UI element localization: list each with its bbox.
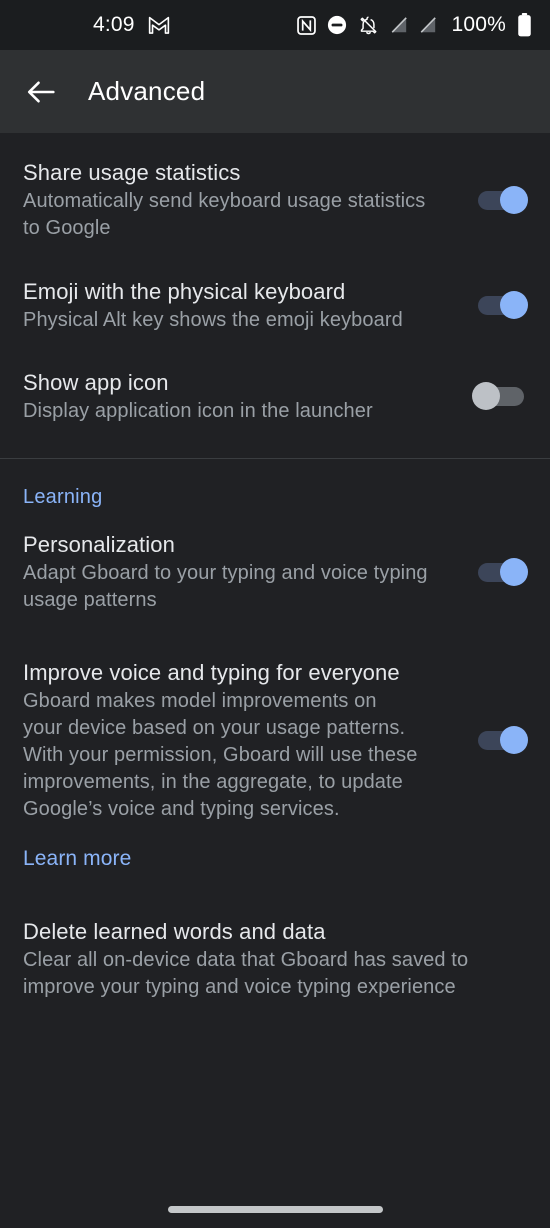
gmail-icon — [148, 16, 170, 34]
preference-text: Personalization Adapt Gboard to your typ… — [23, 529, 472, 614]
status-bar-clock: 4:09 — [93, 13, 135, 36]
switch-emoji-physical-keyboard[interactable] — [472, 290, 528, 320]
settings-list: Share usage statistics Automatically sen… — [0, 133, 550, 1180]
preference-title: Share usage statistics — [23, 160, 241, 185]
switch-thumb — [500, 557, 528, 586]
preference-summary: Adapt Gboard to your typing and voice ty… — [23, 562, 428, 611]
preference-text: Emoji with the physical keyboard Physica… — [23, 276, 472, 334]
no-sim-icon — [419, 16, 437, 34]
switch-thumb — [472, 382, 500, 410]
phone-screen: 4:09 100% Advanced Share usage statistic… — [0, 0, 550, 1228]
nfc-icon — [297, 15, 317, 35]
preference-personalization[interactable]: Personalization Adapt Gboard to your typ… — [0, 529, 550, 614]
do-not-disturb-icon — [327, 15, 347, 35]
switch-share-usage-statistics[interactable] — [472, 185, 528, 215]
system-navigation-bar — [0, 1180, 550, 1228]
status-bar: 4:09 100% — [0, 0, 550, 50]
status-bar-left: 4:09 — [93, 13, 170, 37]
preference-text: Delete learned words and data Clear all … — [23, 916, 528, 1001]
status-bar-right: 100% — [297, 13, 532, 37]
app-toolbar: Advanced — [0, 50, 550, 133]
switch-improve-voice-and-typing[interactable] — [472, 725, 528, 755]
preference-summary: Display application icon in the launcher — [23, 400, 373, 422]
back-arrow-icon[interactable] — [24, 75, 58, 109]
preference-show-app-icon[interactable]: Show app icon Display application icon i… — [0, 367, 550, 425]
preference-share-usage-statistics[interactable]: Share usage statistics Automatically sen… — [0, 157, 550, 242]
switch-thumb — [500, 726, 528, 754]
preference-summary: Physical Alt key shows the emoji keyboar… — [23, 309, 403, 331]
preference-delete-learned-words-and-data[interactable]: Delete learned words and data Clear all … — [0, 916, 550, 1001]
switch-personalization[interactable] — [472, 557, 528, 587]
switch-thumb — [500, 185, 528, 214]
preference-summary: Gboard makes model improvements on your … — [23, 690, 418, 820]
preference-emoji-physical-keyboard[interactable]: Emoji with the physical keyboard Physica… — [0, 276, 550, 334]
no-signal-icon — [390, 16, 408, 34]
home-gesture-pill[interactable] — [167, 1206, 383, 1213]
preference-title: Improve voice and typing for everyone — [23, 660, 400, 685]
battery-percent-label: 100% — [451, 13, 506, 36]
preference-title: Delete learned words and data — [23, 919, 326, 944]
preference-title: Emoji with the physical keyboard — [23, 279, 346, 304]
preference-summary: Clear all on-device data that Gboard has… — [23, 949, 469, 998]
page-title: Advanced — [88, 76, 206, 106]
preference-text: Show app icon Display application icon i… — [23, 367, 472, 425]
preference-text: Share usage statistics Automatically sen… — [23, 157, 472, 242]
preference-text: Improve voice and typing for everyone Gb… — [23, 657, 472, 823]
switch-show-app-icon[interactable] — [472, 381, 528, 411]
switch-thumb — [500, 291, 528, 319]
battery-full-icon — [517, 13, 532, 37]
preference-title: Show app icon — [23, 370, 169, 395]
notifications-muted-icon — [358, 15, 379, 36]
section-divider — [0, 458, 550, 459]
category-title-learning: Learning — [23, 486, 103, 508]
preference-title: Personalization — [23, 532, 175, 557]
preference-summary: Automatically send keyboard usage statis… — [23, 190, 426, 239]
preference-improve-voice-and-typing[interactable]: Improve voice and typing for everyone Gb… — [0, 657, 550, 823]
learn-more-link[interactable]: Learn more — [0, 847, 550, 871]
